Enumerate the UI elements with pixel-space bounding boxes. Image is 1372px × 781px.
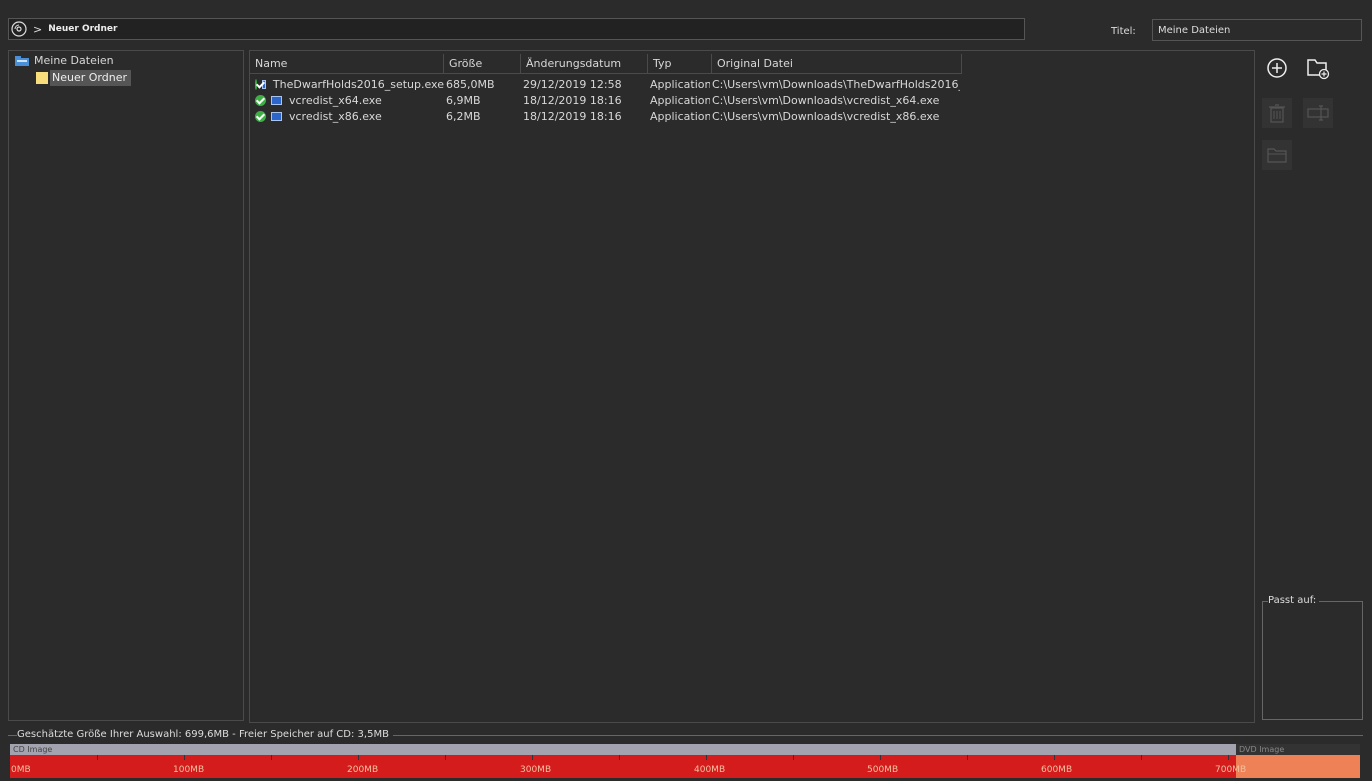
list-header: Name Größe Änderungsdatum Typ Original D… (250, 54, 962, 74)
check-icon (255, 94, 266, 106)
tree-item-label: Neuer Ordner (50, 70, 131, 86)
file-type: Application (650, 109, 710, 123)
disc-folder-icon (15, 55, 29, 66)
meter-tick (184, 755, 185, 760)
folder-icon (1267, 148, 1287, 163)
meter-tick (880, 755, 881, 760)
meter-tick (793, 755, 794, 760)
folder-tree[interactable]: Meine Dateien Neuer Ordner (8, 50, 244, 721)
disc-icon[interactable] (11, 21, 27, 37)
meter-tick (358, 755, 359, 760)
rename-button[interactable] (1303, 98, 1333, 128)
cd-image-label: CD Image (13, 745, 53, 754)
tree-item-root[interactable]: Meine Dateien (15, 54, 114, 67)
trash-icon (1269, 104, 1285, 123)
meter-tick (532, 755, 533, 760)
meter-tick (619, 755, 620, 760)
file-list[interactable]: Name Größe Änderungsdatum Typ Original D… (249, 50, 1255, 723)
file-size: 685,0MB (446, 77, 495, 91)
column-header-size[interactable]: Größe (444, 54, 521, 74)
fits-on-label: Passt auf: (1268, 595, 1320, 606)
chevron-right-icon: > (33, 22, 43, 36)
application-icon (271, 95, 282, 105)
cd-capacity-bar (10, 744, 1236, 755)
file-name: TheDwarfHolds2016_setup.exe (272, 77, 444, 91)
file-date: 18/12/2019 18:16 (523, 93, 622, 107)
meter-tick (1228, 755, 1229, 760)
tick-label: 700MB (1215, 765, 1247, 775)
plus-circle-icon (1267, 58, 1287, 78)
table-row[interactable]: vcredist_x64.exe 6,9MB 18/12/2019 18:16 … (250, 92, 960, 108)
tick-label: 100MB (173, 765, 205, 775)
file-original: C:\Users\vm\Downloads\TheDwarfHolds2016_… (712, 77, 960, 91)
tree-item-neuer-ordner[interactable]: Neuer Ordner (36, 70, 131, 86)
tick-label: 0MB (11, 765, 31, 775)
file-size: 6,9MB (446, 93, 481, 107)
file-name: vcredist_x64.exe (289, 93, 382, 107)
meter-tick (1141, 755, 1142, 760)
check-icon (255, 78, 258, 90)
file-type: Application (650, 77, 710, 91)
remaining-space-bar (1236, 755, 1360, 778)
add-files-button[interactable] (1262, 53, 1292, 83)
file-size: 6,2MB (446, 109, 481, 123)
new-folder-button[interactable] (1303, 53, 1333, 83)
open-folder-button[interactable] (1262, 140, 1292, 170)
table-row[interactable]: TheDwarfHolds2016_setup.exe 685,0MB 29/1… (250, 76, 960, 92)
file-date: 29/12/2019 12:58 (523, 77, 622, 91)
column-header-type[interactable]: Typ (648, 54, 712, 74)
delete-button[interactable] (1262, 98, 1292, 128)
fits-on-box (1262, 601, 1363, 720)
meter-tick (1054, 755, 1055, 760)
file-date: 18/12/2019 18:16 (523, 109, 622, 123)
meter-tick (271, 755, 272, 760)
file-name: vcredist_x86.exe (289, 109, 382, 123)
meter-tick (445, 755, 446, 760)
tick-label: 300MB (520, 765, 552, 775)
column-header-date[interactable]: Änderungsdatum (521, 54, 648, 74)
file-type: Application (650, 93, 710, 107)
meter-tick (706, 755, 707, 760)
title-label: Titel: (1111, 26, 1136, 37)
folder-add-icon (1307, 59, 1330, 80)
meter-tick (97, 755, 98, 760)
dvd-image-label: DVD Image (1239, 745, 1285, 754)
application-icon (271, 111, 282, 121)
tick-label: 600MB (1041, 765, 1073, 775)
tick-label: 400MB (694, 765, 726, 775)
column-header-name[interactable]: Name (250, 54, 444, 74)
file-original: C:\Users\vm\Downloads\vcredist_x86.exe (712, 109, 940, 123)
tick-label: 200MB (347, 765, 379, 775)
breadcrumb-item[interactable]: Neuer Ordner (48, 24, 117, 34)
title-input[interactable] (1152, 19, 1362, 41)
file-original: C:\Users\vm\Downloads\vcredist_x64.exe (712, 93, 940, 107)
table-row[interactable]: vcredist_x86.exe 6,2MB 18/12/2019 18:16 … (250, 108, 960, 124)
check-icon (255, 110, 266, 122)
tree-item-label: Meine Dateien (34, 54, 114, 67)
meter-tick (967, 755, 968, 760)
column-header-original[interactable]: Original Datei (712, 54, 962, 74)
tick-label: 500MB (867, 765, 899, 775)
path-breadcrumb[interactable]: > Neuer Ordner (8, 18, 1025, 40)
estimate-text: Geschätzte Größe Ihrer Auswahl: 699,6MB … (17, 729, 393, 740)
folder-icon (36, 72, 48, 84)
rename-icon (1307, 105, 1329, 121)
capacity-meter: CD Image DVD Image 0MB 100MB 200MB 300MB… (10, 744, 1360, 778)
list-rows: TheDwarfHolds2016_setup.exe 685,0MB 29/1… (250, 76, 960, 124)
